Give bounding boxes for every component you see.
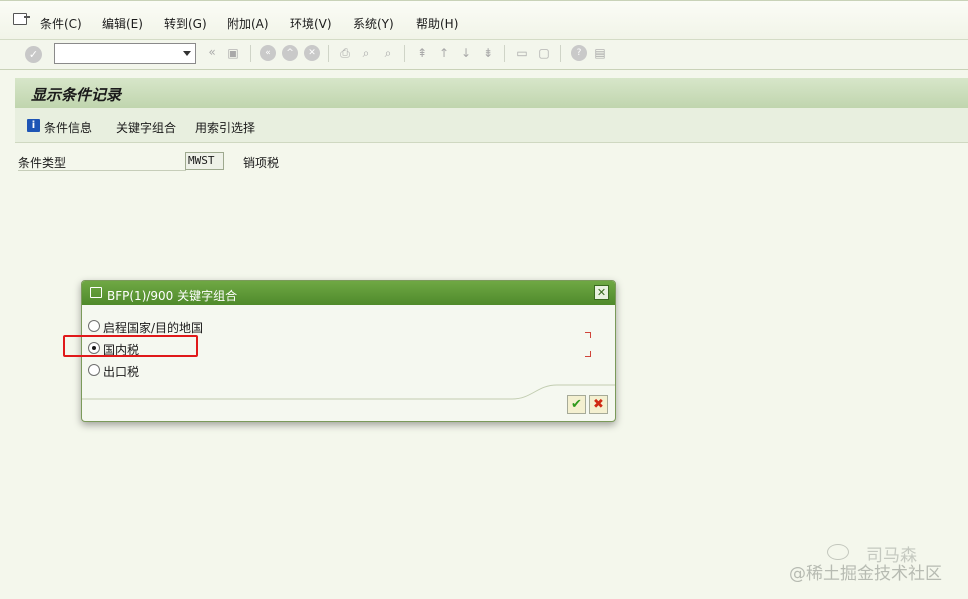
watermark-text: @稀土掘金技术社区 <box>789 564 942 584</box>
radio-label: 启程国家/目的地国 <box>103 321 204 335</box>
radio-button[interactable] <box>88 320 100 332</box>
print-icon[interactable]: ⎙ <box>337 45 353 61</box>
back-double-icon[interactable]: « <box>204 44 220 60</box>
previous-page-icon[interactable]: ↑ <box>436 45 452 61</box>
dialog-title: BFP(1)/900 关键字组合 <box>107 289 238 303</box>
cancel-button[interactable]: ✖ <box>589 395 608 414</box>
wechat-icon <box>827 544 849 560</box>
toolbar-separator <box>404 45 405 62</box>
menu-bar <box>0 0 968 40</box>
menu-edit[interactable]: 编辑(E) <box>102 15 143 32</box>
menu-system[interactable]: 系统(Y) <box>353 15 394 32</box>
radio-label: 出口税 <box>103 365 140 379</box>
menu-window-icon[interactable] <box>13 13 30 25</box>
condition-type-field: MWST <box>185 152 224 170</box>
radio-button[interactable] <box>88 364 100 376</box>
dialog-window-icon <box>90 287 102 298</box>
find-icon[interactable]: ⌕ <box>358 45 374 61</box>
save-icon[interactable]: ▣ <box>225 45 241 61</box>
next-page-icon[interactable]: ↓ <box>458 45 474 61</box>
find-next-icon[interactable]: ⌕ <box>380 45 396 61</box>
highlight-annotation <box>63 335 198 357</box>
key-combination-button[interactable]: 关键字组合 <box>116 119 176 136</box>
shortcut-icon[interactable]: ▢ <box>536 45 552 61</box>
toolbar-separator <box>328 45 329 62</box>
last-page-icon[interactable]: ⇟ <box>480 45 496 61</box>
condition-type-label: 条件类型 <box>18 156 67 170</box>
application-toolbar: i 条件信息 关键字组合 用索引选择 <box>15 108 968 143</box>
menu-extras[interactable]: 附加(A) <box>227 15 269 32</box>
enter-check-icon[interactable]: ✓ <box>25 46 42 63</box>
frame-corner-top <box>585 332 591 338</box>
toolbar-separator <box>504 45 505 62</box>
field-underline <box>18 170 186 171</box>
dialog-header: BFP(1)/900 关键字组合 ✕ <box>82 281 615 305</box>
condition-info-button[interactable]: 条件信息 <box>44 119 92 136</box>
toolbar-separator <box>560 45 561 62</box>
confirm-button[interactable]: ✔ <box>567 395 586 414</box>
back-icon[interactable]: « <box>260 45 276 61</box>
help-icon[interactable]: ? <box>571 45 587 61</box>
customize-layout-icon[interactable]: ▤ <box>592 45 608 61</box>
first-page-icon[interactable]: ⇞ <box>414 45 430 61</box>
page-title: 显示条件记录 <box>31 86 122 104</box>
dialog-footer-curve <box>82 384 615 400</box>
select-using-index-button[interactable]: 用索引选择 <box>195 119 255 136</box>
dropdown-arrow-icon[interactable] <box>183 51 191 56</box>
close-icon[interactable]: ✕ <box>594 285 609 300</box>
menu-environment[interactable]: 环境(V) <box>290 15 332 32</box>
info-icon[interactable]: i <box>27 119 40 132</box>
menu-goto[interactable]: 转到(G) <box>164 15 207 32</box>
new-session-icon[interactable]: ▭ <box>514 45 530 61</box>
condition-type-description: 销项税 <box>243 156 280 170</box>
cancel-icon[interactable]: ✕ <box>304 45 320 61</box>
frame-corner-bottom <box>585 351 591 357</box>
menu-condition[interactable]: 条件(C) <box>40 15 82 32</box>
menu-help[interactable]: 帮助(H) <box>416 15 458 32</box>
toolbar-separator <box>250 45 251 62</box>
exit-icon[interactable]: ^ <box>282 45 298 61</box>
command-field[interactable] <box>54 43 196 64</box>
title-band: 显示条件记录 <box>15 78 968 108</box>
